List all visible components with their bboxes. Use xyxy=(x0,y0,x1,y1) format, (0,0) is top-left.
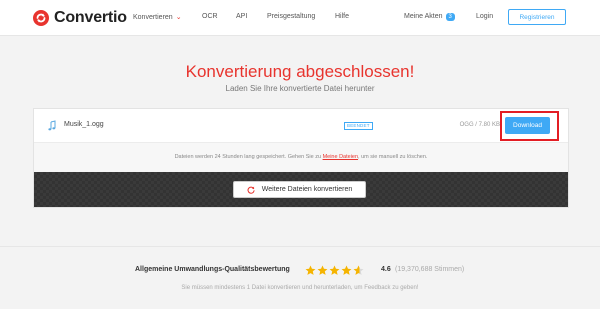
page-subtitle: Laden Sie Ihre konvertierte Datei herunt… xyxy=(225,84,375,93)
convert-more-label: Weitere Dateien konvertieren xyxy=(261,186,353,193)
feedback-note: Sie müssen mindestens 1 Datei konvertier… xyxy=(181,285,419,291)
page-title: Konvertierung abgeschlossen! xyxy=(185,62,415,81)
star-icon xyxy=(353,265,364,275)
logo[interactable]: Convertio xyxy=(33,9,127,27)
top-header: Convertio Konvertieren ⌄ OCR API Preisges… xyxy=(0,0,600,36)
rating-label: Allgemeine Umwandlungs-Qualitätsbewertun… xyxy=(135,266,290,273)
rating-stars xyxy=(305,265,365,276)
star-icon xyxy=(329,265,340,275)
music-note-icon xyxy=(48,120,56,131)
my-files-label: Meine Akten xyxy=(404,13,443,20)
nav-ocr[interactable]: OCR xyxy=(202,13,218,20)
refresh-icon xyxy=(247,186,255,194)
quality-rating: Allgemeine Umwandlungs-Qualitätsbewertun… xyxy=(0,265,600,277)
conversion-result-card: Musik_1.ogg BEENDET OGG / 7.80 KB Downlo… xyxy=(33,108,569,208)
rating-value: 4.6 xyxy=(381,266,391,273)
star-icon xyxy=(305,265,316,275)
file-name: Musik_1.ogg xyxy=(64,121,104,128)
nav-convert-label: Konvertieren xyxy=(133,14,173,21)
storage-info: Dateien werden 24 Stunden lang gespeiche… xyxy=(34,143,568,172)
status-badge: BEENDET xyxy=(344,122,373,130)
star-icon xyxy=(317,265,328,275)
convert-more-panel: Weitere Dateien konvertieren xyxy=(34,172,568,207)
chevron-down-icon: ⌄ xyxy=(175,14,182,21)
register-button[interactable]: Registrieren xyxy=(508,9,566,25)
convert-more-button[interactable]: Weitere Dateien konvertieren xyxy=(233,181,366,198)
login-link[interactable]: Login xyxy=(476,13,493,20)
logo-text: Convertio xyxy=(54,9,127,26)
download-button[interactable]: Download xyxy=(505,117,550,134)
rating-count: (19,370,688 Stimmen) xyxy=(395,266,465,273)
section-divider xyxy=(0,246,600,247)
nav-convert[interactable]: Konvertieren ⌄ xyxy=(133,13,182,21)
nav-help[interactable]: Hilfe xyxy=(335,13,349,20)
nav-api[interactable]: API xyxy=(236,13,247,20)
nav-pricing[interactable]: Preisgestaltung xyxy=(267,13,315,20)
star-icon xyxy=(341,265,352,275)
my-files-link[interactable]: Meine Akten 3 xyxy=(404,13,455,21)
storage-info-text: Dateien werden 24 Stunden lang gespeiche… xyxy=(174,154,323,160)
storage-info-text-end: , um sie manuell zu löschen. xyxy=(358,154,428,160)
file-format-size: OGG / 7.80 KB xyxy=(459,122,500,128)
my-files-count-badge: 3 xyxy=(445,13,455,21)
my-files-inline-link[interactable]: Meine Dateien xyxy=(323,154,358,160)
file-row: Musik_1.ogg BEENDET OGG / 7.80 KB Downlo… xyxy=(34,109,568,143)
convertio-logo-icon xyxy=(33,10,49,26)
